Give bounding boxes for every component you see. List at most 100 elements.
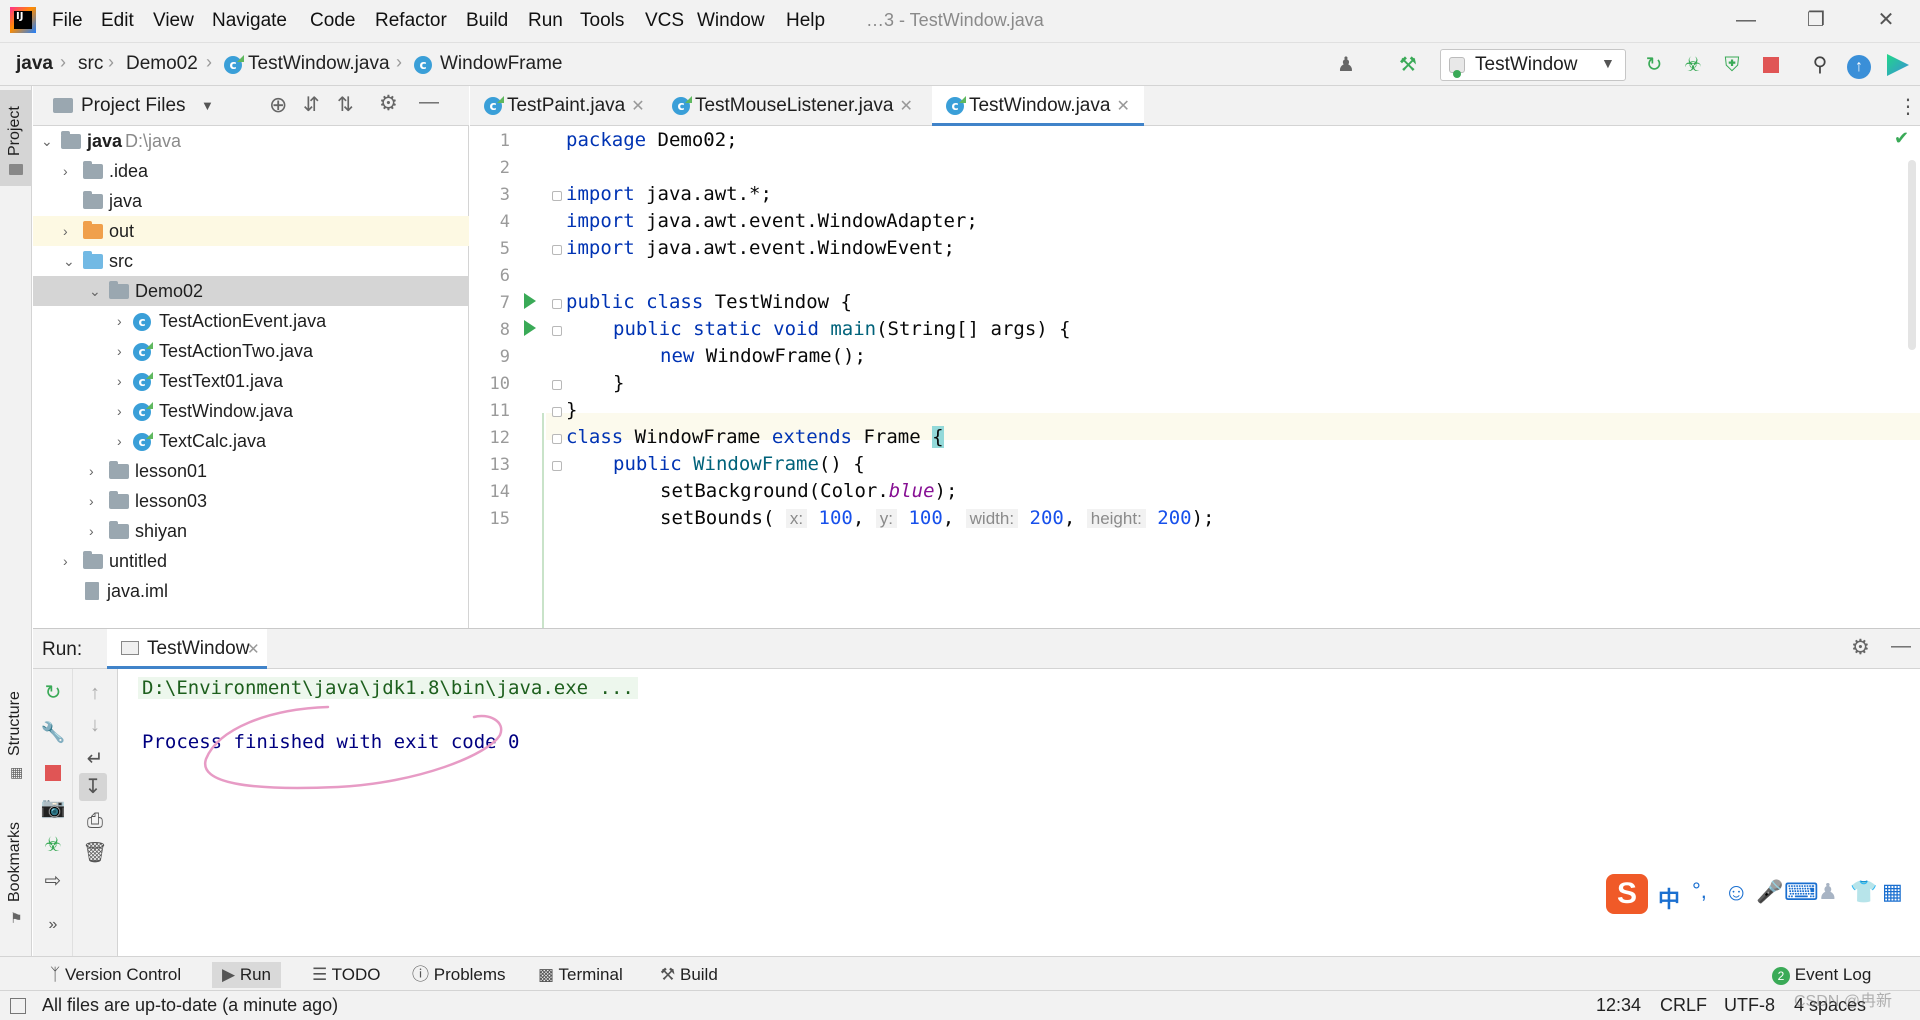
gear-icon[interactable]: ⚙ — [1851, 635, 1870, 660]
tab-run-testwindow[interactable]: TestWindow ✕ — [107, 629, 267, 669]
close-tab-icon[interactable]: ✕ — [247, 640, 260, 658]
fold-icon[interactable] — [552, 434, 562, 444]
arrow-up-icon[interactable]: ↑ — [81, 679, 109, 707]
structure-tool-tab[interactable]: Structure ▦ — [0, 686, 32, 786]
line-separator[interactable]: CRLF — [1660, 995, 1707, 1016]
tab-testpaint[interactable]: c TestPaint.java ✕ — [470, 86, 658, 126]
tool-build[interactable]: ⚒ Build — [660, 962, 718, 988]
tree-item-lesson03[interactable]: › lesson03 — [33, 486, 469, 516]
bookmarks-tool-tab[interactable]: Bookmarks ⚑ — [0, 816, 32, 926]
breadcrumb-project[interactable]: java — [16, 53, 53, 75]
microphone-icon[interactable]: 🎤 — [1756, 879, 1783, 905]
menu-run[interactable]: Run — [528, 10, 563, 32]
breadcrumb-class[interactable]: WindowFrame — [440, 53, 562, 75]
toolbox-grid-icon[interactable]: ▦ — [1882, 879, 1903, 905]
project-view-selector[interactable]: Project Files — [81, 95, 186, 117]
fold-icon[interactable] — [552, 191, 562, 201]
run-configuration-dropdown[interactable]: TestWindow ▼ — [1440, 49, 1626, 81]
stop-icon[interactable] — [1757, 51, 1785, 79]
menu-build[interactable]: Build — [466, 10, 508, 32]
coverage-icon[interactable]: ⛨ — [1718, 51, 1746, 79]
tree-item-file[interactable]: › c TestActionEvent.java — [33, 306, 469, 336]
tool-terminal[interactable]: ▩ Terminal — [538, 962, 623, 988]
status-message[interactable]: All files are up-to-date (a minute ago) — [42, 995, 338, 1016]
tree-item-root[interactable]: ⌄ java D:\java — [33, 126, 469, 156]
menu-view[interactable]: View — [153, 10, 194, 32]
collapse-all-icon[interactable]: ⇅ — [337, 92, 354, 117]
debug-icon[interactable]: ☣ — [39, 831, 67, 859]
close-tab-icon[interactable]: ✕ — [900, 98, 913, 115]
exit-icon[interactable]: ⇨ — [39, 867, 67, 895]
menu-vcs[interactable]: VCS — [645, 10, 684, 32]
fold-icon[interactable] — [552, 461, 562, 471]
menu-navigate[interactable]: Navigate — [212, 10, 287, 32]
scroll-to-end-icon[interactable]: ↧ — [79, 773, 107, 801]
tree-item-file[interactable]: › c TextCalc.java — [33, 426, 469, 456]
soft-wrap-icon[interactable]: ↵ — [81, 745, 109, 773]
search-icon[interactable]: ⚲ — [1806, 51, 1834, 79]
tree-item-file[interactable]: › c TestWindow.java — [33, 396, 469, 426]
editor-body[interactable]: 1 2 3 4 5 6 7 8 9 10 11 12 13 14 15 pack… — [470, 126, 1920, 628]
locate-icon[interactable]: ⊕ — [269, 92, 287, 118]
file-encoding[interactable]: UTF-8 — [1724, 995, 1775, 1016]
skin-shirt-icon[interactable]: 👕 — [1850, 879, 1877, 905]
tree-item-demo02[interactable]: ⌄ Demo02 — [33, 276, 469, 306]
fold-icon[interactable] — [552, 245, 562, 255]
update-icon[interactable]: ↑ — [1845, 51, 1873, 79]
stop-icon[interactable] — [39, 759, 67, 787]
debug-icon[interactable]: ☣ — [1679, 51, 1707, 79]
menu-edit[interactable]: Edit — [101, 10, 134, 32]
fold-icon[interactable] — [552, 299, 562, 309]
sogou-logo-icon[interactable]: S — [1606, 874, 1648, 914]
breadcrumb-file[interactable]: TestWindow.java — [248, 53, 390, 75]
menu-tools[interactable]: Tools — [580, 10, 624, 32]
tool-problems[interactable]: ⓘ Problems — [412, 962, 506, 988]
hide-panel-icon[interactable]: — — [1891, 635, 1911, 658]
gear-icon[interactable]: ⚙ — [379, 91, 398, 116]
menu-file[interactable]: File — [52, 10, 83, 32]
tool-event-log[interactable]: 2 Event Log — [1772, 962, 1871, 988]
breadcrumb-src[interactable]: src — [78, 53, 103, 75]
keyboard-icon[interactable]: ⌨ — [1784, 878, 1819, 907]
rerun-icon[interactable]: ↻ — [1640, 51, 1668, 79]
run-main-icon[interactable] — [524, 320, 536, 336]
ime-punctuation-toggle[interactable]: °, — [1692, 878, 1707, 904]
user-icon[interactable]: ♟ — [1332, 51, 1360, 79]
tree-item-out[interactable]: › out — [33, 216, 469, 246]
tool-version-control[interactable]: ᛉ Version Control — [50, 962, 181, 988]
no-problems-check-icon[interactable]: ✔ — [1894, 128, 1909, 149]
console-command-line[interactable]: D:\Environment\java\jdk1.8\bin\java.exe … — [138, 677, 638, 699]
ime-language-toggle[interactable]: 中 — [1658, 882, 1680, 914]
build-hammer-icon[interactable]: ⚒ — [1394, 51, 1422, 79]
hide-panel-icon[interactable]: — — [419, 91, 439, 114]
caret-position[interactable]: 12:34 — [1596, 995, 1641, 1016]
menu-help[interactable]: Help — [786, 10, 825, 32]
tree-item-idea[interactable]: › .idea — [33, 156, 469, 186]
breadcrumb-package[interactable]: Demo02 — [126, 53, 198, 75]
tree-item-iml[interactable]: java.iml — [33, 576, 469, 606]
minimize-icon[interactable]: — — [1726, 6, 1766, 34]
fold-icon[interactable] — [552, 407, 562, 417]
tree-item-shiyan[interactable]: › shiyan — [33, 516, 469, 546]
tree-item-untitled[interactable]: › untitled — [33, 546, 469, 576]
expand-all-icon[interactable]: ⇵ — [303, 92, 320, 117]
chevron-down-icon[interactable]: ▼ — [201, 98, 214, 113]
user-icon[interactable]: ♟ — [1818, 879, 1838, 905]
tool-todo[interactable]: ☰ TODO — [312, 962, 380, 988]
menu-code[interactable]: Code — [310, 10, 355, 32]
menu-window[interactable]: Window — [697, 10, 765, 32]
menu-refactor[interactable]: Refactor — [375, 10, 447, 32]
close-tab-icon[interactable]: ✕ — [1116, 98, 1129, 115]
tree-item-src[interactable]: ⌄ src — [33, 246, 469, 276]
tab-testmouselistener[interactable]: c TestMouseListener.java ✕ — [658, 86, 922, 126]
tree-item-file[interactable]: › c TestActionTwo.java — [33, 336, 469, 366]
run-class-icon[interactable] — [524, 293, 536, 309]
rerun-icon[interactable]: ↻ — [39, 679, 67, 707]
tree-item-file[interactable]: › c TestText01.java — [33, 366, 469, 396]
wrench-icon[interactable]: 🔧 — [39, 719, 67, 747]
fold-icon[interactable] — [552, 380, 562, 390]
more-options-icon[interactable]: ⋮ — [1898, 94, 1918, 119]
tab-testwindow[interactable]: c TestWindow.java ✕ — [932, 86, 1144, 126]
trash-icon[interactable]: 🗑 — [81, 839, 109, 867]
print-icon[interactable]: ⎙ — [81, 807, 109, 835]
